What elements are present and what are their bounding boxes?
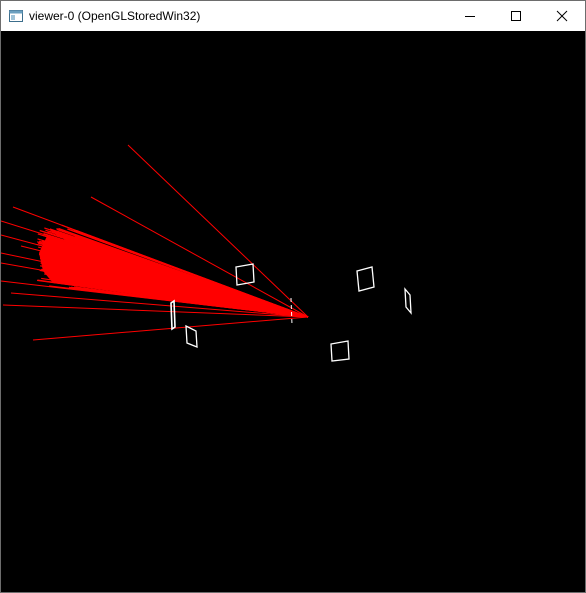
scene-canvas — [1, 144, 412, 362]
viewer-window: viewer-0 (OpenGLStoredWin32) — [0, 0, 586, 593]
detector-plane — [330, 340, 350, 362]
window-controls — [447, 1, 585, 31]
close-button[interactable] — [539, 1, 585, 31]
maximize-button[interactable] — [493, 1, 539, 31]
detector-plane — [356, 266, 375, 292]
detector-plane — [404, 287, 412, 315]
window-title: viewer-0 (OpenGLStoredWin32) — [29, 9, 201, 23]
particle-tracks — [1, 144, 309, 341]
maximize-icon — [511, 11, 521, 21]
app-window-icon — [9, 10, 23, 22]
close-icon — [556, 10, 568, 22]
title-bar[interactable]: viewer-0 (OpenGLStoredWin32) — [1, 1, 585, 31]
minimize-icon — [465, 16, 475, 17]
minimize-button[interactable] — [447, 1, 493, 31]
particle-track — [32, 316, 309, 341]
detector-plane — [185, 324, 198, 348]
detector-plane — [170, 299, 176, 331]
opengl-viewport[interactable] — [1, 31, 585, 592]
